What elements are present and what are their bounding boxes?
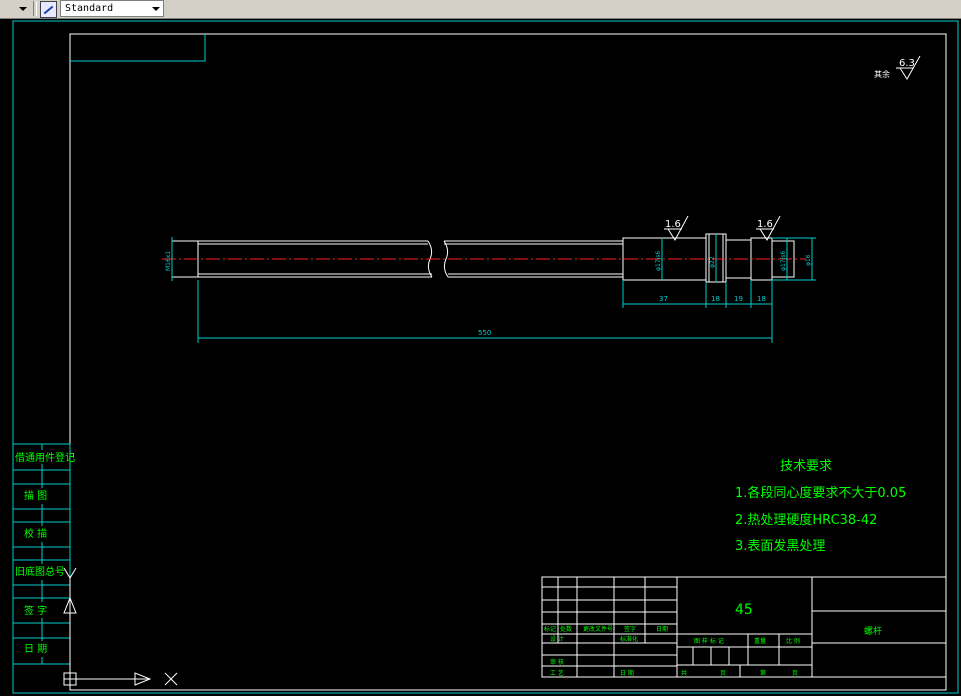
title-part-name: 螺杆 (864, 625, 882, 637)
roughness-other-symbol: 其余 6.3 (874, 55, 921, 80)
dim-end-label: φ16 (805, 254, 812, 266)
dimension-lines (171, 234, 816, 343)
reverse-title-box (70, 34, 206, 62)
row-label-design: 设 计 (550, 635, 564, 643)
approve-label-review: 审 核 (550, 658, 564, 666)
roughness-value-right: 1.6 (757, 219, 773, 230)
toolbar-separator (33, 1, 37, 16)
dim-left-journal-label: φ17js6 (655, 251, 662, 271)
dim-journal-length: 37 (659, 295, 668, 303)
drawing-frame (69, 33, 947, 691)
text-style-value: Standard (65, 3, 114, 14)
rev-header-4: 日期 (656, 625, 668, 633)
text-style-icon[interactable] (40, 1, 57, 18)
sheet-label-total: 共 (681, 669, 687, 677)
approve-label-date: 日 期 (620, 669, 634, 677)
roughness-other-label: 其余 (874, 69, 890, 79)
rev-header-1: 处数 (560, 625, 572, 633)
approve-label-process: 工 艺 (550, 669, 564, 677)
dim-collar-width: 18 (711, 295, 720, 303)
tech-item-2: 3.表面发黑处理 (735, 538, 825, 554)
toolbar: Standard (0, 0, 961, 19)
rev-header-2: 更改文件号 (583, 625, 613, 633)
sheet-label-page1: 页 (720, 670, 726, 677)
sheet-label-page2: 页 (792, 670, 798, 677)
side-text-3: 旧底图总号 (15, 565, 65, 578)
rev-header-3: 签字 (624, 625, 636, 633)
ucs-icon (63, 567, 178, 686)
tech-item-0: 1.各段同心度要求不大于0.05 (735, 485, 906, 501)
rev-header-0: 标记 (544, 625, 556, 633)
row-label-standard: 标准化 (620, 635, 638, 643)
side-text-5: 日 期 (24, 643, 47, 655)
dim-groove-width: 19 (734, 295, 743, 303)
tech-requirements: 技术要求 1.各段同心度要求不大于0.05 2.热处理硬度HRC38-42 3.… (735, 459, 906, 554)
side-panel: 借通用件登记 描 图 校 描 旧底图总号 签 字 日 期 (12, 443, 75, 665)
title-material: 45 (735, 602, 753, 618)
drawing-canvas[interactable]: 借通用件登记 描 图 校 描 旧底图总号 签 字 日 期 借通用件登记 描 图 … (0, 18, 961, 696)
sheet-label-num: 第 (760, 669, 766, 677)
chevron-down-icon[interactable] (149, 1, 163, 16)
sheet-outer-border (12, 20, 959, 694)
roughness-other-value: 6.3 (899, 58, 915, 69)
roughness-value-left: 1.6 (665, 219, 681, 230)
shaft-part (171, 233, 795, 283)
stage-label-mark: 图 样 标 记 (694, 637, 724, 645)
dim-end-width: 18 (757, 295, 766, 303)
stage-label-weight: 重量 (754, 637, 766, 645)
side-text-1: 描 图 (24, 489, 47, 502)
dim-thread-label: M16x1 (165, 251, 172, 271)
text-style-select[interactable]: Standard (60, 0, 164, 17)
side-text-4: 签 字 (24, 604, 47, 617)
side-text-2: 校 描 (24, 527, 47, 540)
dim-collar-label: φ22 (709, 256, 716, 268)
toolbar-dropdown-arrow[interactable] (16, 2, 28, 15)
tech-title: 技术要求 (780, 459, 832, 474)
dim-right-journal-label: φ17js6 (780, 251, 787, 271)
dim-overall-length: 550 (478, 329, 491, 337)
tech-item-1: 2.热处理硬度HRC38-42 (735, 512, 877, 528)
stage-label-scale: 比 例 (786, 637, 800, 645)
side-text-0: 借通用件登记 (15, 451, 75, 464)
